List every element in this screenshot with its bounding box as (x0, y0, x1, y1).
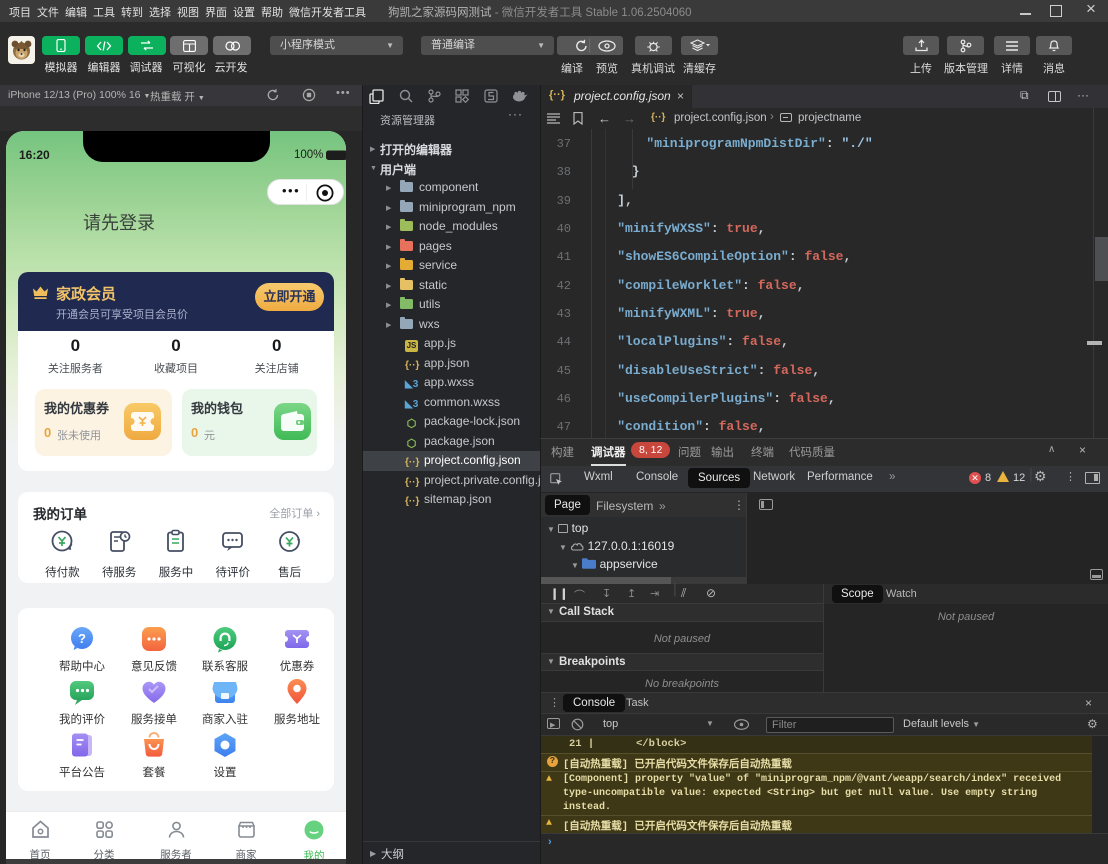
svg-text:?: ? (78, 631, 86, 646)
